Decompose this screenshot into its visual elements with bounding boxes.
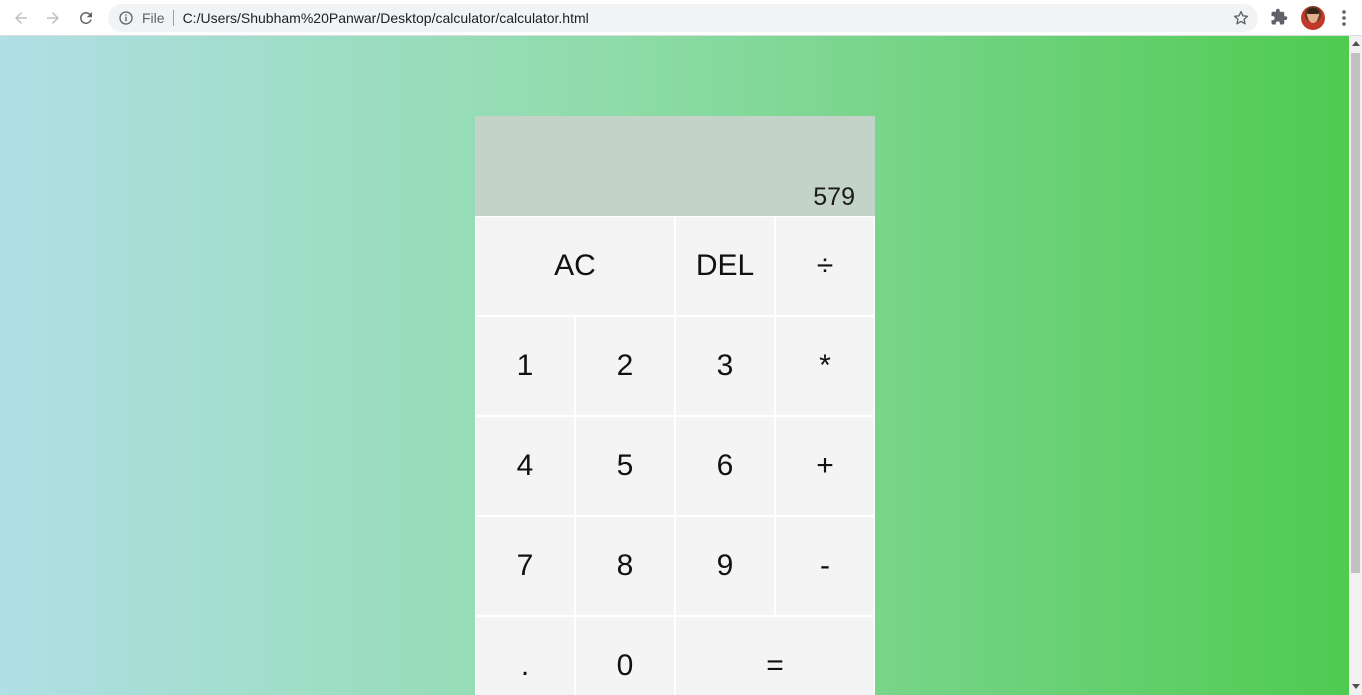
omnibox-separator bbox=[172, 10, 174, 26]
scroll-up-arrow-icon[interactable] bbox=[1352, 41, 1360, 46]
all-clear-button[interactable]: AC bbox=[475, 216, 675, 316]
digit-2-button[interactable]: 2 bbox=[575, 316, 675, 416]
digit-4-button[interactable]: 4 bbox=[475, 416, 575, 516]
digit-3-button[interactable]: 3 bbox=[675, 316, 775, 416]
back-arrow-icon bbox=[15, 12, 27, 24]
page-background: 579 AC DEL ÷ 1 2 3 * 4 5 6 + 7 8 9 - . 0… bbox=[0, 36, 1349, 695]
vertical-scrollbar[interactable] bbox=[1349, 36, 1362, 695]
profile-avatar[interactable] bbox=[1301, 6, 1325, 30]
decimal-button[interactable]: . bbox=[475, 616, 575, 695]
scrollbar-thumb[interactable] bbox=[1351, 53, 1360, 573]
extensions-puzzle-icon[interactable] bbox=[1270, 8, 1288, 26]
digit-5-button[interactable]: 5 bbox=[575, 416, 675, 516]
plus-button[interactable]: + bbox=[775, 416, 875, 516]
browser-toolbar: File C:/Users/Shubham%20Panwar/Desktop/c… bbox=[0, 0, 1362, 36]
info-icon[interactable] bbox=[118, 10, 134, 26]
file-scheme-label: File bbox=[142, 10, 165, 26]
reload-button[interactable] bbox=[74, 6, 98, 30]
digit-1-button[interactable]: 1 bbox=[475, 316, 575, 416]
bookmark-star-icon[interactable] bbox=[1232, 9, 1250, 27]
forward-arrow-icon bbox=[47, 12, 59, 24]
digit-8-button[interactable]: 8 bbox=[575, 516, 675, 616]
address-bar[interactable]: File C:/Users/Shubham%20Panwar/Desktop/c… bbox=[108, 4, 1258, 32]
equals-button[interactable]: = bbox=[675, 616, 875, 695]
scroll-down-arrow-icon[interactable] bbox=[1352, 684, 1360, 689]
digit-7-button[interactable]: 7 bbox=[475, 516, 575, 616]
digit-6-button[interactable]: 6 bbox=[675, 416, 775, 516]
more-menu-icon[interactable] bbox=[1336, 8, 1352, 28]
reload-icon bbox=[79, 11, 92, 24]
avatar-hair bbox=[1307, 8, 1319, 14]
url-text[interactable]: C:/Users/Shubham%20Panwar/Desktop/calcul… bbox=[183, 10, 589, 26]
back-button[interactable] bbox=[9, 6, 33, 30]
multiply-button[interactable]: * bbox=[775, 316, 875, 416]
calculator-grid: 579 AC DEL ÷ 1 2 3 * 4 5 6 + 7 8 9 - . 0… bbox=[475, 116, 875, 695]
forward-button[interactable] bbox=[41, 6, 65, 30]
divide-button[interactable]: ÷ bbox=[775, 216, 875, 316]
delete-button[interactable]: DEL bbox=[675, 216, 775, 316]
minus-button[interactable]: - bbox=[775, 516, 875, 616]
current-operand: 579 bbox=[813, 183, 855, 211]
digit-0-button[interactable]: 0 bbox=[575, 616, 675, 695]
digit-9-button[interactable]: 9 bbox=[675, 516, 775, 616]
